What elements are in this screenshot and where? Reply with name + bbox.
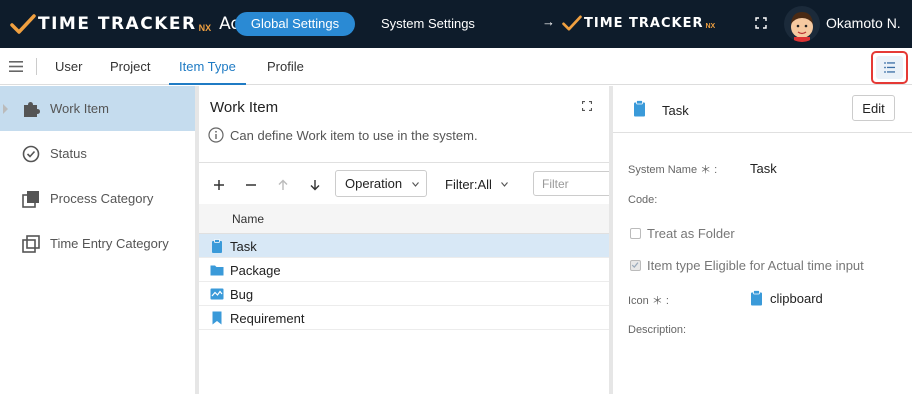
caret-right-icon xyxy=(3,103,8,114)
code-label: Code: xyxy=(628,194,658,206)
hamburger-icon[interactable] xyxy=(9,61,23,72)
filter-input[interactable] xyxy=(533,171,613,196)
remove-icon[interactable] xyxy=(245,179,257,191)
work-item-panel: Work Item Can define Work item to use in… xyxy=(199,86,613,394)
clipboard-icon xyxy=(634,100,645,117)
filter-dropdown[interactable]: Filter:All xyxy=(445,177,508,192)
logo-check-icon xyxy=(562,15,582,31)
expand-icon[interactable] xyxy=(755,17,767,29)
actual-time-label: Item type Eligible for Actual time input xyxy=(647,258,864,273)
treat-as-folder-label: Treat as Folder xyxy=(647,226,735,241)
row-label: Bug xyxy=(230,287,254,302)
table-row[interactable]: Task xyxy=(199,234,609,258)
app-link-brand: TIME TRACKER xyxy=(584,15,704,31)
arrow-right-icon[interactable]: → xyxy=(542,14,555,29)
app-link-logo[interactable]: TIME TRACKER NX xyxy=(562,14,715,32)
sidebar-item-label: Time Entry Category xyxy=(50,236,169,251)
brand-name: TIME TRACKER xyxy=(38,14,197,34)
info-message: Can define Work item to use in the syste… xyxy=(208,127,478,143)
top-header: TIME TRACKER NX Admin Global Settings Sy… xyxy=(0,0,912,48)
sidebar-item-label: Work Item xyxy=(50,101,109,116)
edit-button[interactable]: Edit xyxy=(852,95,895,121)
divider xyxy=(199,162,609,163)
square-stack-icon xyxy=(22,234,40,253)
clipboard-icon xyxy=(212,239,222,253)
bug-chart-icon xyxy=(210,288,224,300)
row-label: Task xyxy=(230,239,257,254)
operation-label: Operation xyxy=(345,176,403,191)
brand-suffix: NX xyxy=(198,22,212,33)
sidebar: Work Item Status Process Category Time E… xyxy=(0,86,195,394)
icon-value: clipboard xyxy=(750,290,823,306)
arrow-down-icon[interactable] xyxy=(309,179,321,191)
check-circle-icon xyxy=(22,145,40,162)
layers-icon xyxy=(22,190,39,208)
detail-title: Task xyxy=(662,103,689,118)
nav-bar: User Project Item Type Profile xyxy=(0,48,912,85)
app-logo[interactable]: TIME TRACKER NX Admin xyxy=(10,12,273,36)
bookmark-icon xyxy=(212,311,222,325)
nav-item-user[interactable]: User xyxy=(55,48,82,85)
nav-item-project[interactable]: Project xyxy=(110,48,150,85)
filter-label: Filter:All xyxy=(445,177,492,192)
row-label: Package xyxy=(230,263,281,278)
tab-global-settings[interactable]: Global Settings xyxy=(235,12,355,36)
chevron-down-icon xyxy=(412,182,419,187)
panel-title: Work Item xyxy=(210,99,279,116)
checkmark-icon xyxy=(631,262,639,269)
avatar[interactable] xyxy=(784,6,820,42)
operation-dropdown[interactable]: Operation xyxy=(335,170,427,197)
sidebar-item-work-item[interactable]: Work Item xyxy=(0,86,195,131)
table-row[interactable]: Requirement xyxy=(199,306,609,330)
nav-item-profile[interactable]: Profile xyxy=(267,48,304,85)
actual-time-checkbox[interactable] xyxy=(630,260,641,271)
table-row[interactable]: Bug xyxy=(199,282,609,306)
nav-divider xyxy=(36,58,37,75)
clipboard-icon xyxy=(751,290,762,306)
chevron-down-icon xyxy=(501,182,508,187)
puzzle-icon xyxy=(24,101,40,117)
icon-value-text: clipboard xyxy=(770,290,823,306)
detail-panel: Task Edit System Name ＊ : Task Code: Tre… xyxy=(613,86,912,394)
arrow-up-icon[interactable] xyxy=(277,179,289,191)
table-row[interactable]: Package xyxy=(199,258,609,282)
sidebar-item-label: Process Category xyxy=(50,191,154,206)
divider xyxy=(613,132,912,133)
folder-icon xyxy=(210,265,224,276)
list-view-button[interactable] xyxy=(871,51,908,84)
app-link-suffix: NX xyxy=(705,22,716,30)
tab-system-settings[interactable]: System Settings xyxy=(381,12,475,36)
sidebar-item-time-entry-category[interactable]: Time Entry Category xyxy=(0,221,195,266)
sidebar-item-status[interactable]: Status xyxy=(0,131,195,176)
icon-label: Icon ＊ : xyxy=(628,295,669,307)
logo-check-icon xyxy=(10,14,36,34)
system-name-label: System Name ＊ : xyxy=(628,164,718,176)
nav-item-item-type[interactable]: Item Type xyxy=(169,48,246,85)
sidebar-item-process-category[interactable]: Process Category xyxy=(0,176,195,221)
list-icon xyxy=(884,62,895,73)
user-name[interactable]: Okamoto N. xyxy=(826,15,901,31)
grid-header: Name xyxy=(199,204,609,234)
fullscreen-icon[interactable] xyxy=(582,101,592,111)
column-header-name[interactable]: Name xyxy=(232,212,264,226)
info-icon xyxy=(208,127,224,143)
row-label: Requirement xyxy=(230,311,305,326)
system-name-value: Task xyxy=(750,161,777,176)
treat-as-folder-checkbox[interactable] xyxy=(630,228,641,239)
description-label: Description: xyxy=(628,324,687,336)
sidebar-item-label: Status xyxy=(50,146,87,161)
info-text: Can define Work item to use in the syste… xyxy=(230,127,478,143)
add-icon[interactable] xyxy=(213,179,225,191)
